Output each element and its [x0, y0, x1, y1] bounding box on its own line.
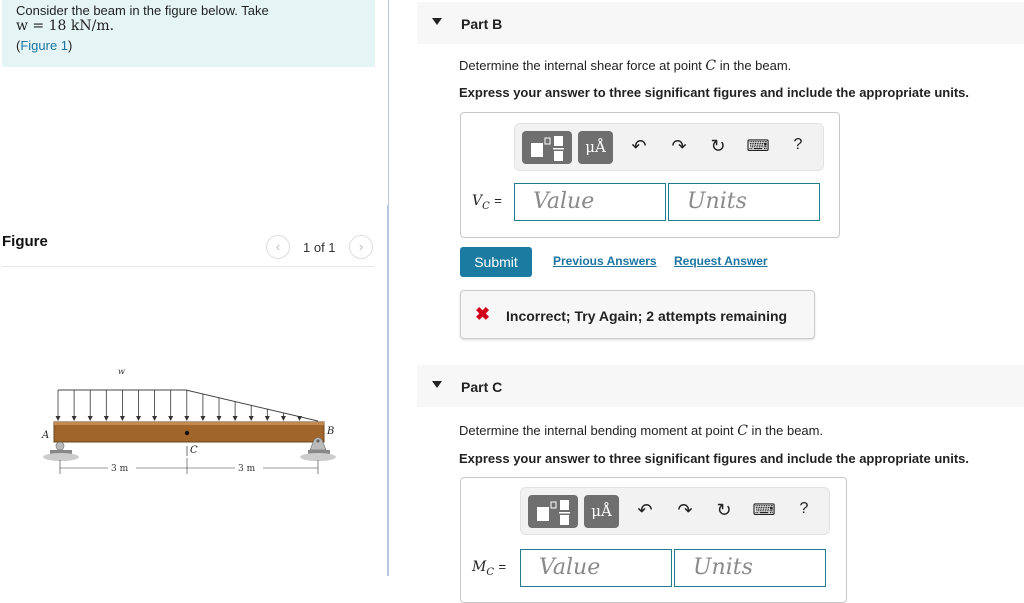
- load-arrow-head: [248, 416, 254, 421]
- value-input[interactable]: Value: [520, 549, 672, 587]
- fraction-template-icon: [531, 136, 564, 161]
- load-arrow-head: [103, 416, 109, 421]
- prompt-text: Consider the beam in the figure below. T…: [16, 3, 269, 18]
- help-icon[interactable]: ?: [792, 500, 816, 518]
- request-answer-link[interactable]: Request Answer: [674, 254, 768, 268]
- caret-down-icon: [432, 18, 442, 25]
- pin-b: [316, 439, 320, 443]
- load-arrows: [55, 390, 302, 421]
- var-symbol: M: [472, 559, 487, 575]
- beam-highlight: [54, 422, 324, 425]
- templates-button[interactable]: [528, 495, 578, 528]
- chevron-left-icon: ‹: [275, 239, 281, 254]
- figure-title: Figure: [2, 233, 48, 250]
- units-input[interactable]: Units: [674, 549, 826, 587]
- load-arrow-head: [152, 416, 158, 421]
- load-arrow-head: [119, 416, 125, 421]
- units-input[interactable]: Units: [668, 183, 820, 221]
- var-subscript: C: [486, 566, 494, 578]
- equals-sign: =: [498, 559, 507, 574]
- undo-icon[interactable]: ↶: [633, 500, 657, 521]
- question-text: Determine the internal shear force at po…: [459, 58, 706, 73]
- figure-divider: [2, 266, 374, 267]
- load-arrow-head: [200, 416, 206, 421]
- part-c-answer-box: μÅ ↶ ↷ ↻ ⌨ ? MC = Value Units: [460, 477, 847, 603]
- figure-link[interactable]: Figure 1: [20, 38, 68, 53]
- templates-button[interactable]: [522, 131, 572, 164]
- help-icon[interactable]: ?: [786, 136, 810, 154]
- label-c: C: [190, 445, 198, 456]
- value-input[interactable]: Value: [514, 183, 666, 221]
- variable-label: MC =: [472, 559, 506, 578]
- part-c-header[interactable]: Part C: [417, 365, 1024, 407]
- redo-icon[interactable]: ↷: [673, 500, 697, 521]
- previous-answers-link[interactable]: Previous Answers: [553, 254, 657, 268]
- units-symbol-button[interactable]: μÅ: [584, 495, 619, 528]
- load-arrow-head: [168, 416, 174, 421]
- figure-link-wrap: (Figure 1): [16, 38, 72, 53]
- load-arrow-head: [232, 416, 238, 421]
- reset-icon[interactable]: ↻: [706, 136, 730, 157]
- var-symbol: V: [472, 193, 483, 209]
- part-c-title: Part C: [461, 379, 503, 395]
- chevron-right-icon: ›: [358, 239, 364, 254]
- roller-support-a: [55, 441, 65, 451]
- part-c-instruction: Express your answer to three significant…: [459, 451, 969, 466]
- load-arrow-head: [264, 416, 270, 421]
- equals-sign: =: [494, 193, 502, 208]
- part-b-answer-box: μÅ ↶ ↷ ↻ ⌨ ? VC = Value Units: [460, 112, 840, 238]
- load-arrow-head: [280, 416, 286, 421]
- point-c-marker: [184, 430, 190, 436]
- math-toolbar: μÅ ↶ ↷ ↻ ⌨ ?: [514, 123, 824, 171]
- load-arrow-head: [71, 416, 77, 421]
- feedback-message: ✖ Incorrect; Try Again; 2 attempts remai…: [460, 290, 815, 339]
- caret-down-icon: [432, 381, 442, 388]
- feedback-text: Incorrect; Try Again; 2 attempts remaini…: [506, 308, 788, 324]
- load-label: w: [118, 367, 125, 376]
- load-arrow-head: [136, 416, 141, 421]
- left-panel: Consider the beam in the figure below. T…: [0, 0, 388, 576]
- keyboard-icon[interactable]: ⌨: [752, 500, 776, 520]
- part-b-title: Part B: [461, 16, 503, 32]
- question-text-end: in the beam.: [747, 423, 824, 438]
- ground-b: [300, 453, 336, 461]
- dim-right-label: 3 m: [238, 464, 256, 474]
- var-subscript: C: [482, 200, 490, 212]
- reset-icon[interactable]: ↻: [712, 500, 736, 521]
- redo-icon[interactable]: ↷: [667, 136, 691, 157]
- next-figure-button[interactable]: ›: [349, 235, 373, 259]
- question-text-end: in the beam.: [716, 58, 792, 73]
- part-b-header[interactable]: Part B: [417, 2, 1024, 44]
- label-b: B: [326, 426, 334, 437]
- submit-button[interactable]: Submit: [460, 247, 532, 277]
- part-b-instruction: Express your answer to three significant…: [459, 85, 969, 100]
- load-arrow-head: [216, 416, 222, 421]
- prompt-math: w = 18 kN/m.: [16, 18, 115, 34]
- variable-label: VC =: [472, 193, 502, 212]
- paren-close: ): [68, 38, 73, 53]
- math-toolbar: μÅ ↶ ↷ ↻ ⌨ ?: [520, 487, 830, 535]
- prev-figure-button[interactable]: ‹: [266, 235, 290, 259]
- dim-left-label: 3 m: [111, 464, 129, 474]
- undo-icon[interactable]: ↶: [627, 136, 651, 157]
- part-b-question: Determine the internal shear force at po…: [459, 58, 791, 74]
- ground-a: [43, 453, 79, 461]
- keyboard-icon[interactable]: ⌨: [746, 136, 770, 156]
- error-x-icon: ✖: [475, 304, 491, 324]
- question-var: C: [737, 423, 748, 439]
- beam-diagram: w A B C 3 m 3 m: [41, 367, 336, 474]
- problem-prompt: Consider the beam in the figure below. T…: [2, 0, 375, 67]
- question-text: Determine the internal bending moment at…: [459, 423, 738, 438]
- question-var: C: [705, 58, 717, 74]
- figure-pager: 1 of 1: [303, 240, 336, 255]
- label-a: A: [41, 430, 49, 441]
- right-panel: Part B Determine the internal shear forc…: [389, 0, 1024, 603]
- units-symbol-button[interactable]: μÅ: [578, 131, 613, 164]
- fraction-template-icon: [537, 500, 570, 525]
- part-c-question: Determine the internal bending moment at…: [459, 423, 823, 439]
- load-arrow-head: [297, 416, 302, 421]
- load-arrow-head: [55, 416, 61, 421]
- load-arrow-head: [184, 416, 190, 421]
- load-arrow-head: [87, 416, 93, 421]
